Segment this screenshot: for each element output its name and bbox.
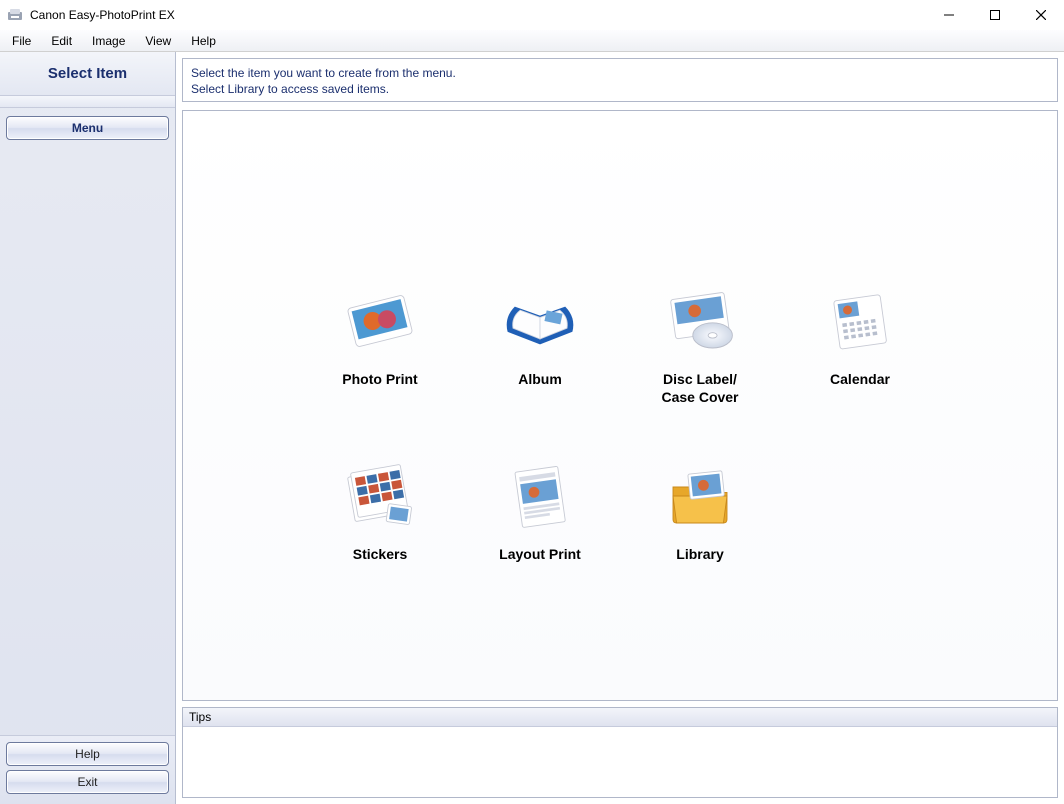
main-area: Select the item you want to create from …: [176, 52, 1064, 804]
tile-label: Layout Print: [499, 546, 581, 564]
tile-layout-print[interactable]: Layout Print: [460, 456, 620, 564]
titlebar-left: Canon Easy-PhotoPrint EX: [6, 6, 175, 24]
photo-print-icon: [335, 281, 425, 361]
tile-label: Album: [518, 371, 562, 389]
menu-image[interactable]: Image: [82, 32, 135, 50]
titlebar-controls: [926, 0, 1064, 30]
tile-label: Library: [676, 546, 723, 564]
instruction-line1: Select the item you want to create from …: [191, 65, 1049, 81]
sidebar-bottom: Help Exit: [0, 735, 175, 804]
close-button[interactable]: [1018, 0, 1064, 30]
library-icon: [655, 456, 745, 536]
tile-label: Stickers: [353, 546, 407, 564]
layout-print-icon: [495, 456, 585, 536]
album-icon: [495, 281, 585, 361]
menu-edit[interactable]: Edit: [41, 32, 82, 50]
menu-file[interactable]: File: [2, 32, 41, 50]
instruction-box: Select the item you want to create from …: [182, 58, 1058, 102]
sidebar-exit-button[interactable]: Exit: [6, 770, 169, 794]
tile-grid: Photo Print Album: [183, 111, 1057, 700]
sidebar-separator: [0, 96, 175, 108]
disc-label-icon: [655, 281, 745, 361]
window-title: Canon Easy-PhotoPrint EX: [30, 8, 175, 22]
sidebar: Select Item Menu Help Exit: [0, 52, 176, 804]
tile-label: Disc Label/ Case Cover: [661, 371, 738, 406]
tips-body: [183, 727, 1057, 797]
sidebar-spacer: [0, 144, 175, 735]
menubar: File Edit Image View Help: [0, 30, 1064, 52]
tile-library[interactable]: Library: [620, 456, 780, 564]
content: Select Item Menu Help Exit Select the it…: [0, 52, 1064, 804]
stickers-icon: [335, 456, 425, 536]
tile-disc-label[interactable]: Disc Label/ Case Cover: [620, 281, 780, 406]
tile-calendar[interactable]: Calendar: [780, 281, 940, 406]
titlebar: Canon Easy-PhotoPrint EX: [0, 0, 1064, 30]
tile-photo-print[interactable]: Photo Print: [300, 281, 460, 406]
calendar-icon: [815, 281, 905, 361]
tips-panel: Tips: [182, 707, 1058, 798]
minimize-button[interactable]: [926, 0, 972, 30]
instruction-line2: Select Library to access saved items.: [191, 81, 1049, 97]
sidebar-menu-button[interactable]: Menu: [6, 116, 169, 140]
app-icon: [6, 6, 24, 24]
sidebar-help-button[interactable]: Help: [6, 742, 169, 766]
tile-label: Photo Print: [342, 371, 417, 389]
menu-view[interactable]: View: [135, 32, 181, 50]
tips-header: Tips: [183, 708, 1057, 727]
menu-help[interactable]: Help: [181, 32, 226, 50]
tile-album[interactable]: Album: [460, 281, 620, 406]
maximize-button[interactable]: [972, 0, 1018, 30]
tile-stickers[interactable]: Stickers: [300, 456, 460, 564]
menu-panel: Photo Print Album: [182, 110, 1058, 701]
sidebar-title: Select Item: [0, 52, 175, 96]
tile-label: Calendar: [830, 371, 890, 389]
